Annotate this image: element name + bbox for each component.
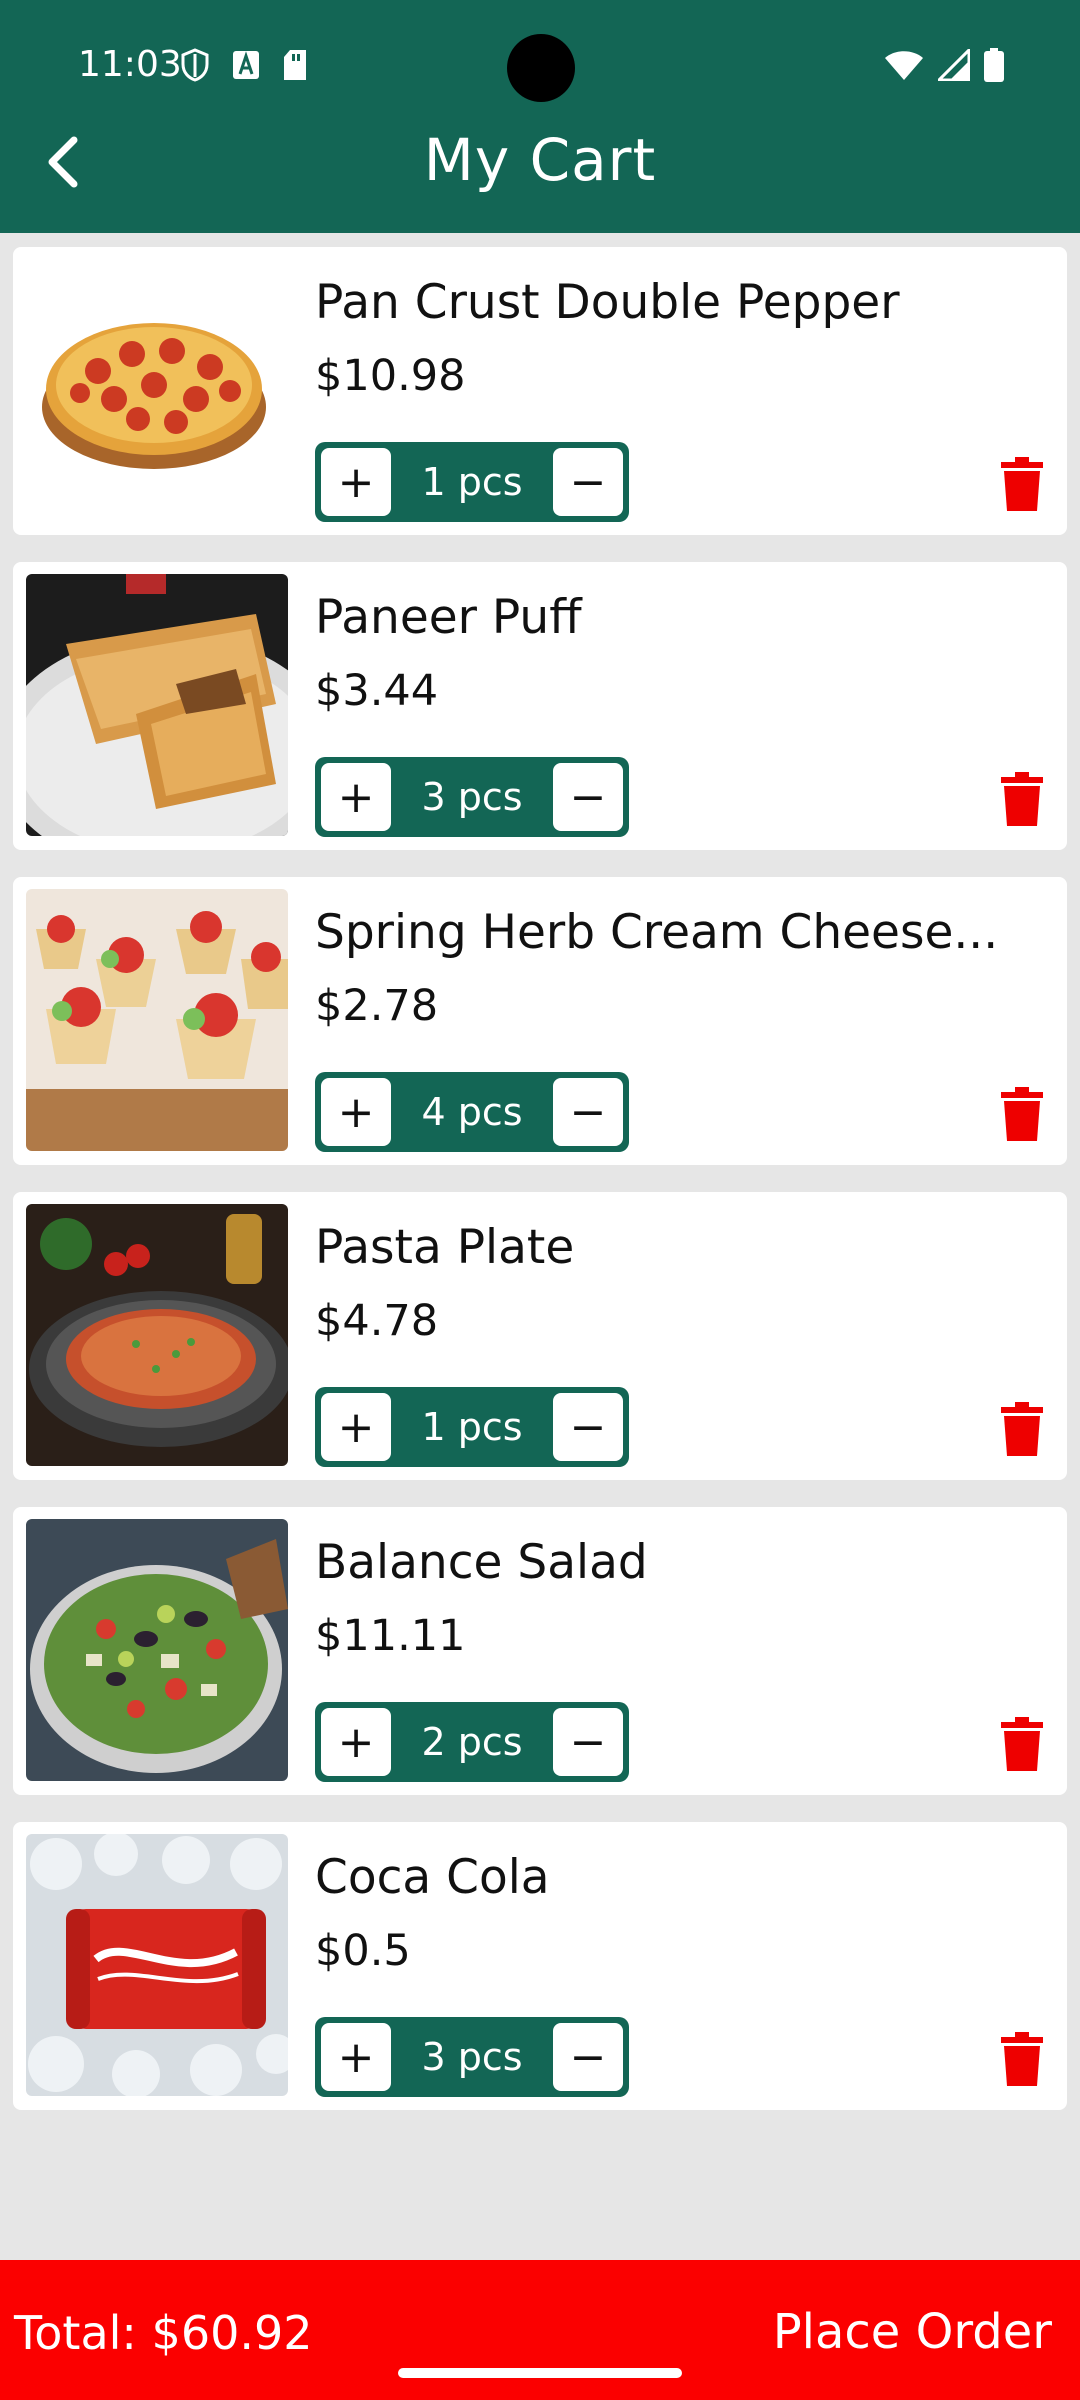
battery-icon — [984, 48, 1004, 82]
item-name: Spring Herb Cream Cheese... — [315, 905, 999, 960]
delete-icon[interactable] — [1001, 2032, 1043, 2086]
cart-item[interactable]: Spring Herb Cream Cheese... $2.78 + 4 pc… — [13, 877, 1067, 1165]
item-name: Coca Cola — [315, 1850, 550, 1905]
delete-icon[interactable] — [1001, 1402, 1043, 1456]
page-title: My Cart — [423, 126, 657, 194]
item-name: Pasta Plate — [315, 1220, 575, 1275]
quantity-stepper: + 4 pcs − — [315, 1072, 629, 1152]
increase-button[interactable]: + — [321, 763, 391, 831]
item-price: $3.44 — [315, 666, 439, 716]
quantity-value: 4 pcs — [421, 1090, 523, 1134]
decrease-button[interactable]: − — [553, 448, 623, 516]
increase-button[interactable]: + — [321, 1393, 391, 1461]
cart-item[interactable]: Pan Crust Double Pepper $10.98 + 1 pcs − — [13, 247, 1067, 535]
pasta-plate-image — [26, 1204, 288, 1466]
herb-cheese-tarts-image — [26, 889, 288, 1151]
item-name: Balance Salad — [315, 1535, 648, 1590]
quantity-stepper: + 3 pcs − — [315, 2017, 629, 2097]
decrease-button[interactable]: − — [553, 763, 623, 831]
delete-icon[interactable] — [1001, 772, 1043, 826]
item-price: $2.78 — [315, 981, 439, 1031]
place-order-button[interactable]: Place Order — [773, 2304, 1052, 2360]
increase-button[interactable]: + — [321, 2023, 391, 2091]
wifi-icon — [885, 51, 923, 80]
delete-icon[interactable] — [1001, 1717, 1043, 1771]
total-amount: Total: $60.92 — [14, 2306, 313, 2360]
checkout-bar: Total: $60.92 Place Order — [0, 2260, 1080, 2400]
quantity-value: 2 pcs — [421, 1720, 523, 1764]
increase-button[interactable]: + — [321, 1078, 391, 1146]
quantity-value: 3 pcs — [421, 2035, 523, 2079]
status-left-icons — [180, 48, 308, 82]
quantity-stepper: + 1 pcs − — [315, 1387, 629, 1467]
item-price: $0.5 — [315, 1926, 411, 1976]
item-name: Paneer Puff — [315, 590, 582, 645]
delete-icon[interactable] — [1001, 457, 1043, 511]
cola-can-image — [26, 1834, 288, 2096]
increase-button[interactable]: + — [321, 448, 391, 516]
paneer-puff-image — [26, 574, 288, 836]
shield-icon — [181, 48, 209, 82]
home-indicator[interactable] — [398, 2368, 682, 2378]
status-time: 11:03 — [78, 44, 182, 85]
cart-item[interactable]: Pasta Plate $4.78 + 1 pcs − — [13, 1192, 1067, 1480]
quantity-stepper: + 3 pcs − — [315, 757, 629, 837]
cart-item[interactable]: Balance Salad $11.11 + 2 pcs − — [13, 1507, 1067, 1795]
signal-icon — [938, 49, 970, 81]
decrease-button[interactable]: − — [553, 1708, 623, 1776]
app-bar: 11:03 My Cart — [0, 0, 1080, 233]
pepperoni-pizza-image — [26, 259, 288, 521]
salad-bowl-image — [26, 1519, 288, 1781]
item-price: $4.78 — [315, 1296, 439, 1346]
decrease-button[interactable]: − — [553, 1393, 623, 1461]
app-notification-icon — [233, 51, 259, 79]
quantity-stepper: + 1 pcs − — [315, 442, 629, 522]
cart-item[interactable]: Paneer Puff $3.44 + 3 pcs − — [13, 562, 1067, 850]
quantity-value: 3 pcs — [421, 775, 523, 819]
quantity-value: 1 pcs — [421, 1405, 523, 1449]
item-price: $11.11 — [315, 1611, 466, 1661]
cart-item[interactable]: Coca Cola $0.5 + 3 pcs − — [13, 1822, 1067, 2110]
item-price: $10.98 — [315, 351, 466, 401]
decrease-button[interactable]: − — [553, 1078, 623, 1146]
quantity-value: 1 pcs — [421, 460, 523, 504]
increase-button[interactable]: + — [321, 1708, 391, 1776]
sd-card-icon — [284, 50, 306, 80]
delete-icon[interactable] — [1001, 1087, 1043, 1141]
quantity-stepper: + 2 pcs − — [315, 1702, 629, 1782]
item-name: Pan Crust Double Pepper — [315, 275, 900, 330]
camera-cutout — [507, 34, 575, 102]
decrease-button[interactable]: − — [553, 2023, 623, 2091]
status-right-icons — [884, 48, 1004, 82]
